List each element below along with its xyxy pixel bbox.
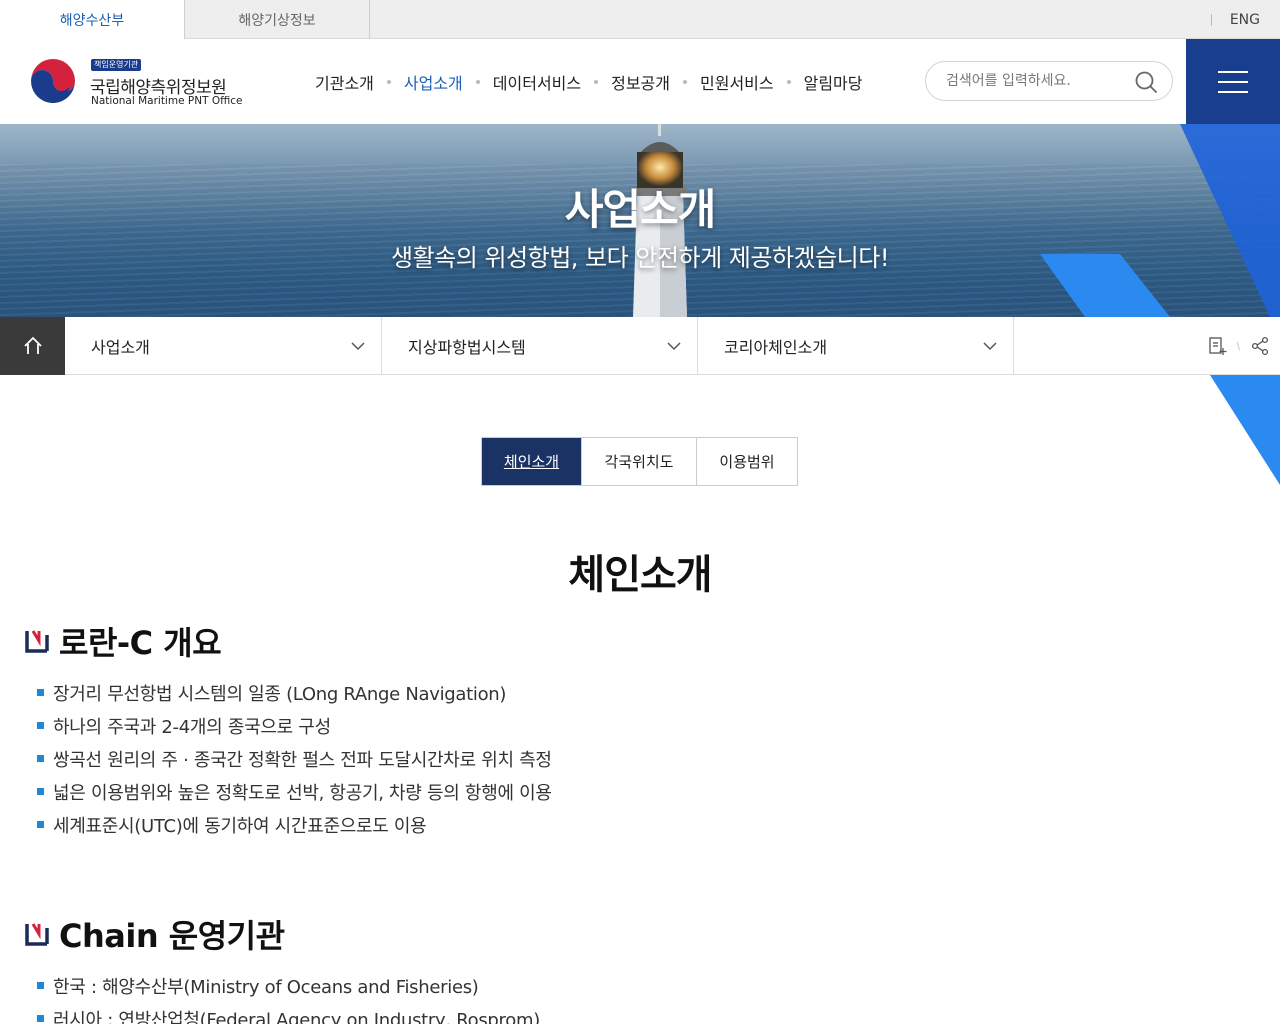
- location-dropdown-label: 사업소개: [91, 338, 150, 357]
- list-item: 넓은 이용범위와 높은 정확도로 선박, 항공기, 차량 등의 항행에 이용: [37, 775, 552, 808]
- print-icon[interactable]: [1207, 336, 1227, 356]
- nav-separator: [386, 79, 391, 84]
- section-mark-icon: [25, 923, 49, 946]
- location-dropdown-depth1[interactable]: 사업소개: [65, 317, 382, 375]
- side-decoration: [1210, 375, 1280, 485]
- list-item: 하나의 주국과 2-4개의 종국으로 구성: [37, 709, 552, 742]
- list-item: 러시아 : 연방산업청(Federal Agency on Industry, …: [37, 1002, 540, 1024]
- search-box: [925, 61, 1173, 101]
- page-title: 체인소개: [568, 552, 712, 598]
- nav-item-civil-service[interactable]: 민원서비스: [700, 70, 774, 94]
- bullet-list: 장거리 무선항법 시스템의 일종 (LOng RAnge Navigation)…: [37, 676, 552, 841]
- list-item: 쌍곡선 원리의 주 · 종국간 정확한 펄스 전파 도달시간차로 위치 측정: [37, 742, 552, 775]
- page-tools: \: [1207, 317, 1270, 375]
- content-tabs: 체인소개 각국위치도 이용범위: [481, 437, 798, 486]
- hero-subtitle: 생활속의 위성항법, 보다 안전하게 제공하겠습니다!: [391, 244, 889, 272]
- nav-item-about[interactable]: 기관소개: [315, 70, 374, 94]
- language-eng-link[interactable]: ENG: [1230, 12, 1260, 28]
- top-tab-mof[interactable]: 해양수산부: [0, 0, 185, 40]
- section-heading-text: Chain 운영기관: [59, 917, 285, 955]
- list-item: 세계표준시(UTC)에 동기하여 시간표준으로도 이용: [37, 808, 552, 841]
- search-icon[interactable]: [1134, 70, 1158, 94]
- list-item: 한국 : 해양수산부(Ministry of Oceans and Fisher…: [37, 969, 540, 1002]
- nav-item-notice[interactable]: 알림마당: [804, 70, 863, 94]
- nav-item-business[interactable]: 사업소개: [404, 70, 463, 94]
- location-dropdown-label: 코리아체인소개: [724, 338, 828, 357]
- section-heading-text: 로란-C 개요: [59, 624, 222, 662]
- site-header: 책임운영기관 국립해양측위정보원 National Maritime PNT O…: [0, 39, 1280, 124]
- hero-title: 사업소개: [564, 185, 717, 234]
- tab-country-map[interactable]: 각국위치도: [582, 438, 697, 485]
- section-heading-chain-operators: Chain 운영기관: [25, 911, 285, 957]
- nav-separator: [786, 79, 791, 84]
- government-logo-icon: [29, 59, 77, 107]
- chevron-down-icon: [667, 342, 681, 351]
- main-navigation: 기관소개 사업소개 데이터서비스 정보공개 민원서비스 알림마당: [315, 39, 863, 124]
- nav-separator: [683, 79, 687, 84]
- home-icon: [23, 336, 42, 354]
- location-dropdown-depth2[interactable]: 지상파항법시스템: [382, 317, 698, 375]
- top-utility-bar: 해양수산부 해양기상정보 ENG: [0, 0, 1280, 40]
- search-input[interactable]: [946, 73, 1146, 89]
- logo-badge: 책임운영기관: [91, 59, 142, 71]
- home-button[interactable]: [0, 317, 65, 375]
- hamburger-icon[interactable]: [1186, 39, 1280, 124]
- language-switch[interactable]: ENG: [1210, 0, 1260, 39]
- logo-name-english: National Maritime PNT Office: [91, 95, 243, 107]
- bullet-list: 한국 : 해양수산부(Ministry of Oceans and Fisher…: [37, 969, 540, 1024]
- tab-chain-intro[interactable]: 체인소개: [482, 438, 582, 485]
- tab-coverage[interactable]: 이용범위: [697, 438, 797, 485]
- location-bar: 사업소개 지상파항법시스템 코리아체인소개 \: [0, 317, 1280, 375]
- nav-separator: [475, 79, 480, 84]
- share-icon[interactable]: [1250, 336, 1270, 356]
- nav-item-data-service[interactable]: 데이터서비스: [493, 70, 581, 94]
- chevron-down-icon: [351, 342, 365, 351]
- divider: [1210, 13, 1212, 26]
- top-tab-weather[interactable]: 해양기상정보: [185, 0, 370, 39]
- site-logo[interactable]: 책임운영기관 국립해양측위정보원 National Maritime PNT O…: [27, 55, 267, 111]
- nav-separator: [594, 79, 599, 84]
- section-heading-loran-overview: 로란-C 개요: [25, 618, 222, 664]
- nav-item-disclosure[interactable]: 정보공개: [611, 70, 670, 94]
- chevron-down-icon: [983, 342, 997, 351]
- list-item: 장거리 무선항법 시스템의 일종 (LOng RAnge Navigation): [37, 676, 552, 709]
- hero-banner: 사업소개 생활속의 위성항법, 보다 안전하게 제공하겠습니다!: [0, 124, 1280, 317]
- divider: \: [1236, 340, 1240, 352]
- section-mark-icon: [25, 630, 49, 653]
- location-dropdown-label: 지상파항법시스템: [408, 338, 526, 357]
- location-dropdown-depth3[interactable]: 코리아체인소개: [698, 317, 1014, 375]
